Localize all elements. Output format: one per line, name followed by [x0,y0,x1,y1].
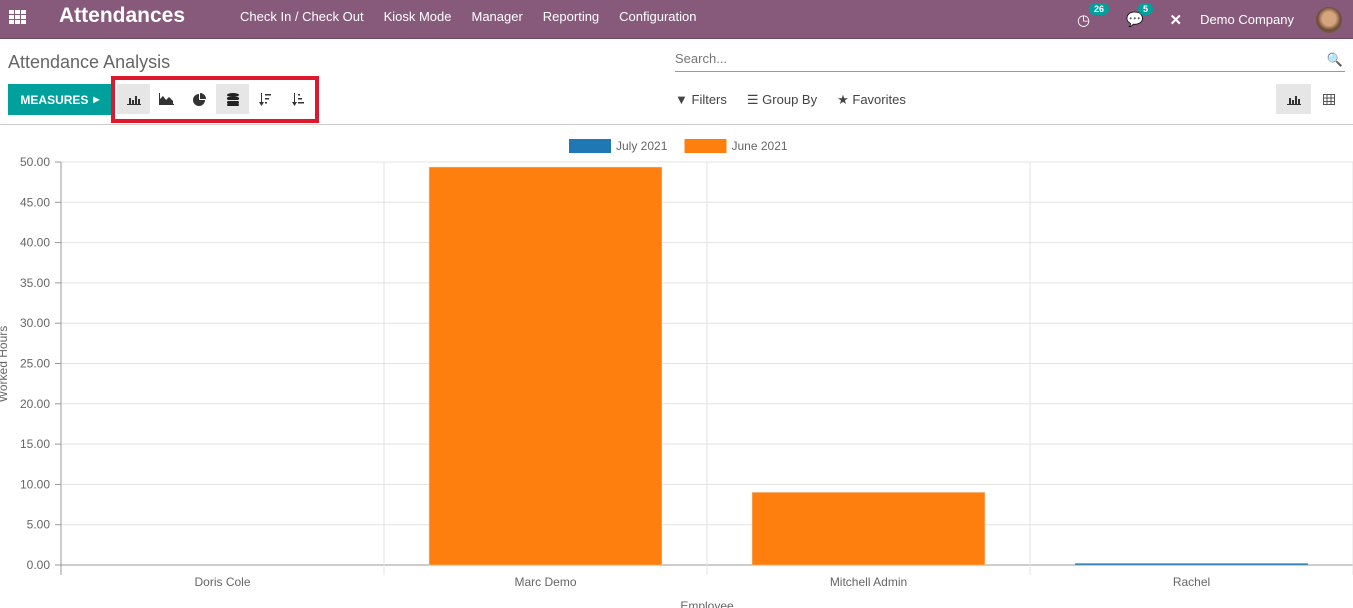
clock-icon: ◷ [1076,11,1091,29]
search-options: ▼ Filters ☰ Group By ★ Favorites [675,92,906,108]
main-menu: Check In / Check Out Kiosk Mode Manager … [240,9,697,24]
apps-menu-icon[interactable] [9,10,27,24]
y-tick-label: 20.00 [20,397,50,411]
y-axis-title: Worked Hours [0,326,10,402]
debug-tools-button[interactable]: ✕ [1169,11,1182,29]
table-icon [1322,93,1335,105]
graph-view-button[interactable] [1276,84,1311,114]
bar-june-2021 [751,492,986,566]
stacked-button[interactable] [216,84,249,114]
sort-descending-button[interactable] [249,84,282,114]
messages-badge: 5 [1138,3,1154,15]
filters-label: Filters [691,92,727,107]
bar-june-2021 [428,166,663,566]
top-navbar: Attendances Check In / Check Out Kiosk M… [0,0,1353,39]
menu-configuration[interactable]: Configuration [619,9,696,24]
sort-ascending-button[interactable] [282,84,315,114]
company-switcher[interactable]: Demo Company [1200,12,1294,27]
measures-label: MEASURES [20,92,89,107]
filter-icon: ▼ [675,92,688,107]
caret-right-icon: ▶ [93,95,100,104]
filters-button[interactable]: ▼ Filters [675,92,727,108]
y-tick-label: 5.00 [27,518,51,532]
pie-chart-button[interactable] [183,84,216,114]
menu-reporting[interactable]: Reporting [543,9,599,24]
bar-july-2021 [1074,563,1309,566]
y-tick-label: 25.00 [20,357,50,371]
messages-button[interactable]: 💬 5 [1126,3,1154,28]
search-input[interactable] [675,51,1315,66]
systray: ◷ 26 💬 5 ✕ Demo Company [1077,0,1353,39]
area-chart-icon [159,93,174,105]
x-tick-label: Marc Demo [514,575,576,589]
sort-descending-icon [259,92,271,106]
favorites-button[interactable]: ★ Favorites [837,92,906,108]
x-tick-label: Doris Cole [194,575,250,589]
search-icon[interactable]: 🔍 [1327,52,1343,68]
y-tick-label: 45.00 [20,195,50,209]
view-switcher [1276,84,1346,114]
menu-check-in-out[interactable]: Check In / Check Out [240,9,364,24]
legend-label: June 2021 [732,139,788,153]
sort-ascending-icon [292,92,304,106]
star-icon: ★ [837,92,849,107]
database-icon [226,92,239,106]
favorites-label: Favorites [852,92,906,107]
y-tick-label: 35.00 [20,276,50,290]
x-tick-label: Rachel [1173,575,1210,589]
user-avatar[interactable] [1316,6,1342,33]
activity-button[interactable]: ◷ 26 [1076,2,1109,29]
y-tick-label: 10.00 [20,477,50,491]
x-tick-label: Mitchell Admin [830,575,907,589]
graph-toolbar [117,84,315,114]
y-tick-label: 40.00 [20,236,50,250]
search-bar: 🔍 [675,50,1345,72]
bar-chart-button[interactable] [117,84,150,114]
measures-button[interactable]: MEASURES ▶ [8,84,112,115]
legend-swatch [569,139,611,153]
legend-label: July 2021 [616,139,668,153]
breadcrumb: Attendance Analysis [8,52,171,72]
bars-icon: ☰ [746,92,759,107]
tools-icon: ✕ [1169,11,1183,29]
bar-chart-icon [126,96,141,105]
pie-chart-icon [193,92,206,106]
groupby-button[interactable]: ☰ Group By [747,92,817,108]
y-tick-label: 0.00 [27,558,51,572]
line-chart-button[interactable] [150,84,183,114]
bar-chart-icon [1286,96,1301,105]
y-tick-label: 50.00 [20,155,50,169]
control-panel: Attendance Analysis 🔍 MEASURES ▶ ▼ Filte… [0,40,1353,125]
x-axis-title: Employee [680,599,734,608]
menu-kiosk-mode[interactable]: Kiosk Mode [384,9,452,24]
app-title[interactable]: Attendances [59,4,185,28]
activity-badge: 26 [1088,2,1109,15]
pivot-view-button[interactable] [1311,84,1346,114]
y-tick-label: 15.00 [20,437,50,451]
legend-swatch [684,139,727,153]
y-tick-label: 30.00 [20,316,50,330]
groupby-label: Group By [762,92,818,107]
menu-manager[interactable]: Manager [471,9,522,24]
worked-hours-chart: 0.00 5.00 10.00 15.00 20.00 25.00 30.00 35.00 40… [0,139,1353,608]
